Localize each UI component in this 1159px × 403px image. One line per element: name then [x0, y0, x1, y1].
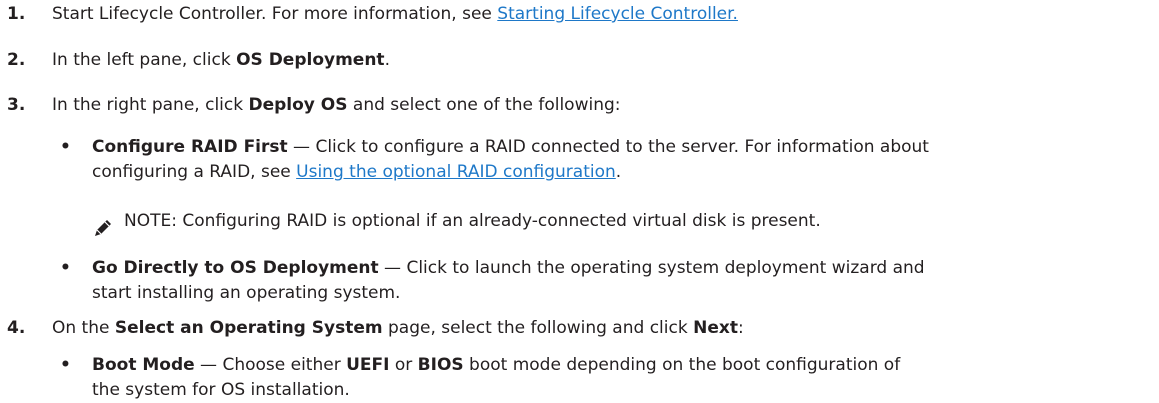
bullet-icon: • — [60, 355, 71, 375]
bullet-line: the system for OS installation. — [92, 378, 900, 403]
bullet-text-part: — Click to configure a RAID connected to… — [287, 137, 929, 157]
note-label: NOTE: — [124, 211, 177, 231]
step-text: Start Lifecycle Controller. For more inf… — [52, 4, 738, 24]
bullet-line: start installing an operating system. — [92, 281, 925, 306]
note-text: NOTE: Configuring RAID is optional if an… — [124, 211, 821, 231]
bullet-text-part: . — [615, 162, 622, 182]
bullet-text-part: boot mode depending on the boot configur… — [463, 355, 901, 375]
bullet-text-part: — Click to launch the operating system d… — [378, 258, 925, 278]
ui-term: Select an Operating System — [114, 318, 383, 338]
starting-lifecycle-controller-link[interactable]: Starting Lifecycle Controller. — [497, 4, 738, 24]
step-number: 3. — [7, 95, 26, 115]
step-text-part: In the right pane, click — [52, 95, 249, 115]
bullet-text-part: start installing an operating system. — [92, 283, 401, 303]
step-text-part: Start Lifecycle Controller. For more inf… — [52, 4, 498, 24]
ui-term: Deploy OS — [248, 95, 348, 115]
bullet-icon: • — [60, 258, 71, 278]
bullet-text-part: or — [389, 355, 418, 375]
raid-configuration-link[interactable]: Using the optional RAID configuration — [296, 162, 616, 182]
step-text-part: . — [384, 50, 390, 70]
bullet-text: Boot Mode — Choose either UEFI or BIOS b… — [92, 353, 900, 403]
ui-term: Configure RAID First — [92, 137, 288, 157]
bullet-icon: • — [60, 137, 71, 157]
bullet-text: Configure RAID First — Click to configur… — [92, 135, 929, 185]
bullet-line: configuring a RAID, see Using the option… — [92, 160, 929, 185]
step-number: 4. — [7, 318, 26, 338]
step-text-part: : — [737, 318, 744, 338]
bullet-text: Go Directly to OS Deployment — Click to … — [92, 256, 925, 306]
ui-term: Next — [693, 318, 738, 338]
ui-term: UEFI — [346, 355, 390, 375]
ui-term: BIOS — [417, 355, 464, 375]
step-text-part: and select one of the following: — [347, 95, 621, 115]
step-text-part: In the left pane, click — [52, 50, 237, 70]
bullet-line: Go Directly to OS Deployment — Click to … — [92, 256, 925, 281]
bullet-text-part: configuring a RAID, see — [92, 162, 297, 182]
step-number: 2. — [7, 50, 26, 70]
step-text-part: On the — [52, 318, 115, 338]
step-text: On the Select an Operating System page, … — [52, 318, 744, 338]
bullet-text-part: the system for OS installation. — [92, 380, 350, 400]
bullet-line: Boot Mode — Choose either UEFI or BIOS b… — [92, 353, 900, 378]
step-text-part: page, select the following and click — [382, 318, 694, 338]
bullet-text-part: — Choose either — [194, 355, 347, 375]
step-number: 1. — [7, 4, 26, 24]
pencil-note-icon — [93, 218, 113, 238]
step-text: In the right pane, click Deploy OS and s… — [52, 95, 621, 115]
ui-term: OS Deployment — [236, 50, 385, 70]
step-text: In the left pane, click OS Deployment. — [52, 50, 390, 70]
note-body: Configuring RAID is optional if an alrea… — [176, 211, 821, 231]
bullet-line: Configure RAID First — Click to configur… — [92, 135, 929, 160]
ui-term: Go Directly to OS Deployment — [92, 258, 379, 278]
ui-term: Boot Mode — [92, 355, 195, 375]
